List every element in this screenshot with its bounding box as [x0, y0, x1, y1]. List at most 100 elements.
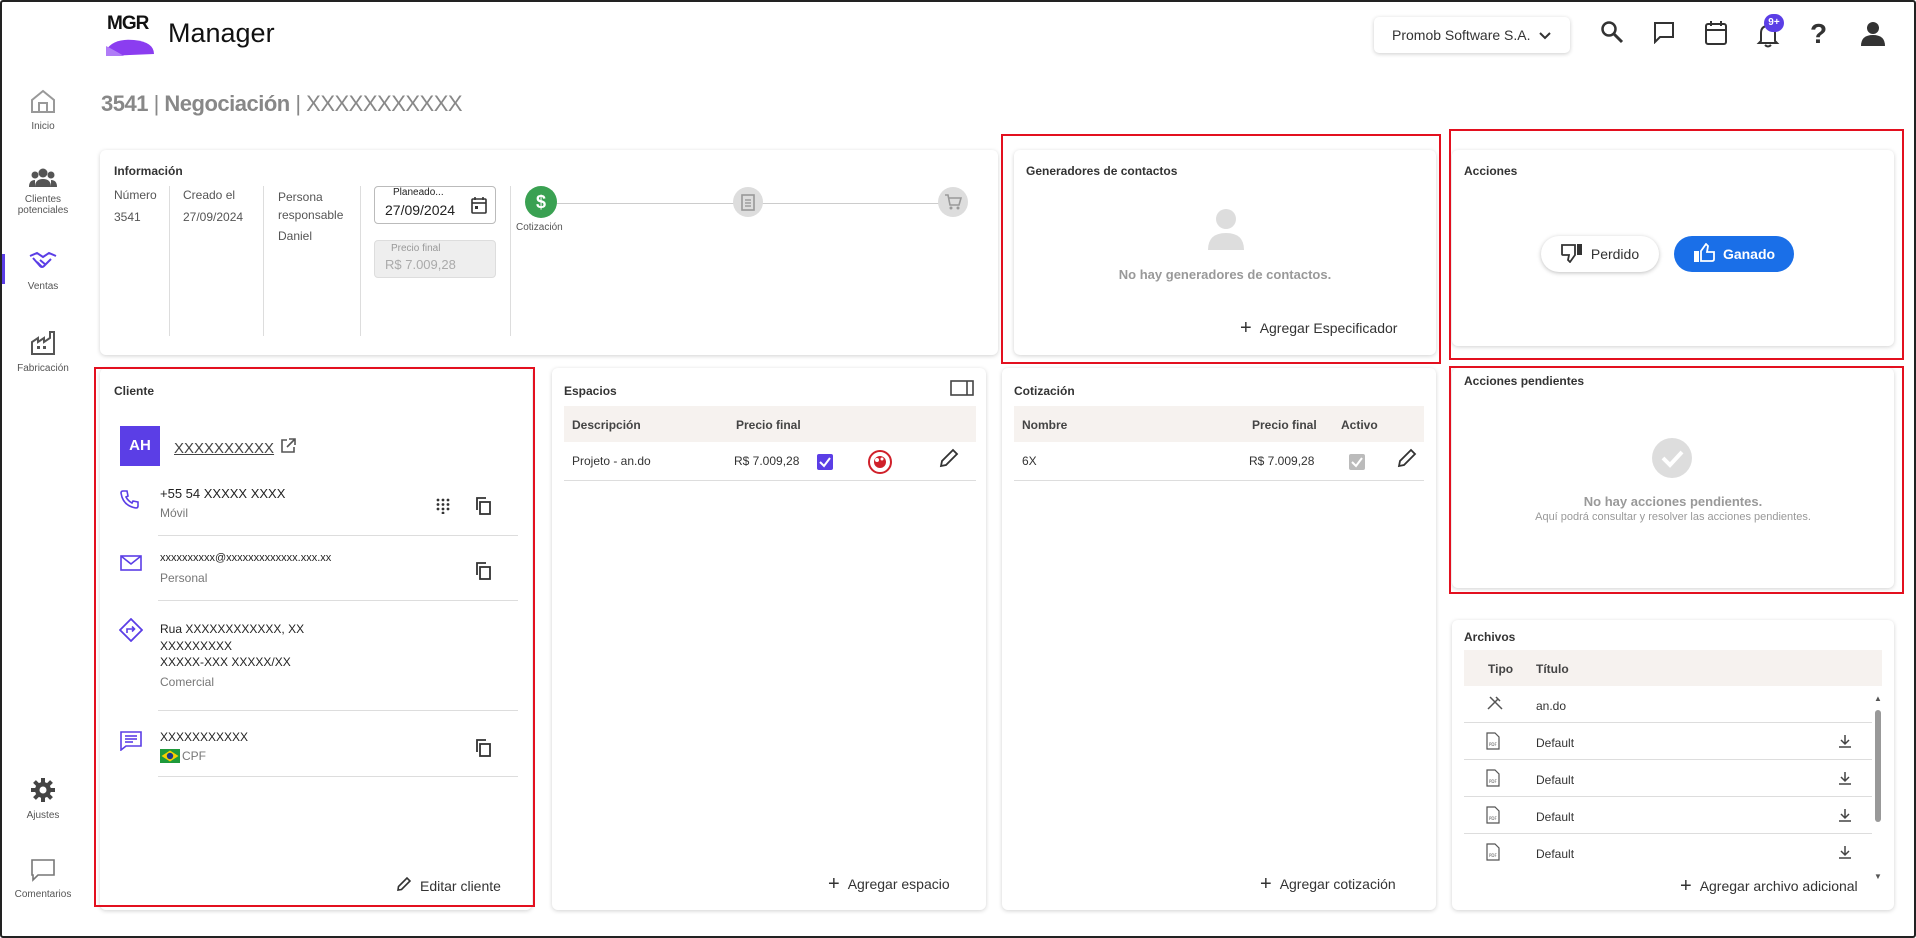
address-type: Comercial [160, 675, 215, 689]
divider [158, 776, 518, 777]
info-title: Información [114, 164, 183, 178]
step-venta[interactable] [938, 187, 968, 217]
espacios-header: Descripción Precio final [564, 406, 976, 442]
agregar-especificador-button[interactable]: + Agregar Especificador [1240, 317, 1398, 339]
layout-toggle-icon[interactable] [950, 380, 974, 401]
agregar-archivo-label: Agregar archivo adicional [1699, 878, 1858, 894]
download-icon[interactable] [1838, 808, 1852, 825]
calendar-icon[interactable] [471, 196, 487, 219]
sidebar-item-comentarios[interactable]: Comentarios [0, 858, 86, 900]
phone-type: Móvil [160, 506, 189, 520]
user-icon[interactable] [1860, 20, 1886, 51]
handshake-icon [0, 250, 86, 277]
agregar-especificador-label: Agregar Especificador [1259, 320, 1398, 336]
document-icon [120, 731, 142, 756]
step-pedido[interactable] [733, 187, 763, 217]
checkbox-checked[interactable] [817, 454, 833, 470]
pdf-file-icon: PDF [1486, 806, 1500, 827]
sidebar-item-ajustes[interactable]: Ajustes [0, 777, 86, 821]
file-row[interactable]: PDF Default [1464, 834, 1872, 871]
pendientes-sub: Aquí podrá consultar y resolver las acci… [1535, 511, 1811, 523]
address-line2: XXXXXXXXX [160, 639, 233, 653]
pencil-icon[interactable] [938, 447, 960, 472]
pendientes-card: Acciones pendientes No hay acciones pend… [1452, 368, 1894, 588]
home-icon [0, 88, 86, 117]
editar-cliente-button[interactable]: Editar cliente [396, 876, 501, 895]
persona-label: Persona responsable [278, 190, 344, 222]
agregar-archivo-button[interactable]: + Agregar archivo adicional [1680, 876, 1858, 896]
table-row[interactable]: Projeto - an.do R$ 7.009,28 [564, 442, 976, 480]
archivos-header: Tipo Título [1464, 650, 1882, 686]
planeado-label: Planeado... [391, 187, 446, 198]
svg-text:PDF: PDF [1489, 853, 1497, 858]
calendar-icon[interactable] [1704, 20, 1728, 51]
notification-badge: 9+ [1764, 14, 1784, 32]
divider [360, 186, 361, 336]
cotizacion-price: R$ 7.009,28 [1249, 454, 1315, 468]
ganado-button[interactable]: Ganado [1674, 236, 1794, 272]
avatar: AH [120, 426, 160, 466]
sidebar-item-fabricacion[interactable]: Fabricación [0, 330, 86, 374]
dialpad-icon[interactable] [436, 498, 450, 519]
download-icon[interactable] [1838, 771, 1852, 788]
file-row[interactable]: PDF Default [1464, 723, 1872, 760]
app-logo[interactable]: MGR [104, 10, 156, 58]
chat-icon[interactable] [1652, 20, 1676, 49]
perdido-button[interactable]: Perdido [1541, 236, 1659, 272]
sidebar-label: Ajustes [26, 810, 60, 821]
divider [158, 535, 518, 536]
agregar-espacio-button[interactable]: + Agregar espacio [828, 874, 950, 894]
copy-icon[interactable] [475, 562, 491, 580]
thumb-down-icon [1560, 243, 1583, 266]
table-row[interactable]: 6X R$ 7.009,28 [1014, 442, 1424, 480]
help-icon[interactable]: ? [1810, 18, 1827, 50]
svg-text:PDF: PDF [1489, 816, 1497, 821]
design-file-icon [1486, 695, 1504, 714]
thumb-up-icon [1693, 242, 1715, 266]
check-circle-icon [1652, 438, 1692, 483]
precio-value: R$ 7.009,28 [385, 257, 456, 272]
scroll-down-arrow[interactable]: ▼ [1874, 872, 1882, 881]
sidebar-item-inicio[interactable]: Inicio [0, 88, 86, 132]
file-row[interactable]: PDF Default [1464, 797, 1872, 834]
address-line1: Rua XXXXXXXXXXXX, XX [160, 622, 305, 636]
agregar-cotizacion-button[interactable]: + Agregar cotización [1260, 873, 1396, 895]
sidebar-label: Clientes potenciales [17, 194, 69, 216]
archivos-title: Archivos [1464, 630, 1516, 644]
scroll-up-arrow[interactable]: ▲ [1874, 694, 1882, 703]
sidebar-item-ventas[interactable]: Ventas [0, 250, 86, 292]
email-type: Personal [160, 571, 208, 585]
plus-icon: + [1260, 873, 1272, 895]
person-icon [1206, 208, 1246, 255]
download-icon[interactable] [1838, 845, 1852, 862]
pendientes-empty: No hay acciones pendientes. [1583, 494, 1763, 509]
sidebar-item-clientes[interactable]: Clientes potenciales [0, 167, 86, 216]
copy-icon[interactable] [475, 497, 491, 515]
file-row[interactable]: an.do [1464, 686, 1872, 723]
agregar-espacio-label: Agregar espacio [847, 876, 950, 892]
title-stage: Negociación [164, 91, 290, 116]
info-card: Información Número 3541 Creado el 27/09/… [100, 150, 998, 355]
scroll-thumb[interactable] [1875, 710, 1881, 822]
client-name-link[interactable]: XXXXXXXXXX [174, 438, 296, 458]
col-precio: Precio final [1252, 418, 1317, 432]
render-icon[interactable] [867, 449, 893, 478]
planeado-value: 27/09/2024 [385, 202, 456, 218]
col-titulo: Título [1536, 662, 1569, 676]
plus-icon: + [1240, 317, 1252, 339]
search-icon[interactable] [1600, 20, 1624, 49]
pencil-icon[interactable] [1396, 447, 1418, 472]
company-selector[interactable]: Promob Software S.A. [1374, 17, 1570, 53]
step-cotizacion[interactable]: $ [525, 186, 557, 218]
doc-type: CPF [182, 749, 206, 763]
cliente-title: Cliente [114, 384, 155, 398]
people-icon [0, 167, 86, 190]
editar-cliente-label: Editar cliente [420, 877, 501, 894]
download-icon[interactable] [1838, 734, 1852, 751]
file-row[interactable]: PDF Default [1464, 760, 1872, 797]
copy-icon[interactable] [475, 739, 491, 757]
phone-value: +55 54 XXXXX XXXX [160, 486, 286, 501]
svg-text:PDF: PDF [1489, 742, 1497, 747]
planeado-field[interactable]: Planeado... 27/09/2024 [374, 186, 496, 224]
scrollbar[interactable]: ▲ ▼ [1874, 694, 1882, 884]
